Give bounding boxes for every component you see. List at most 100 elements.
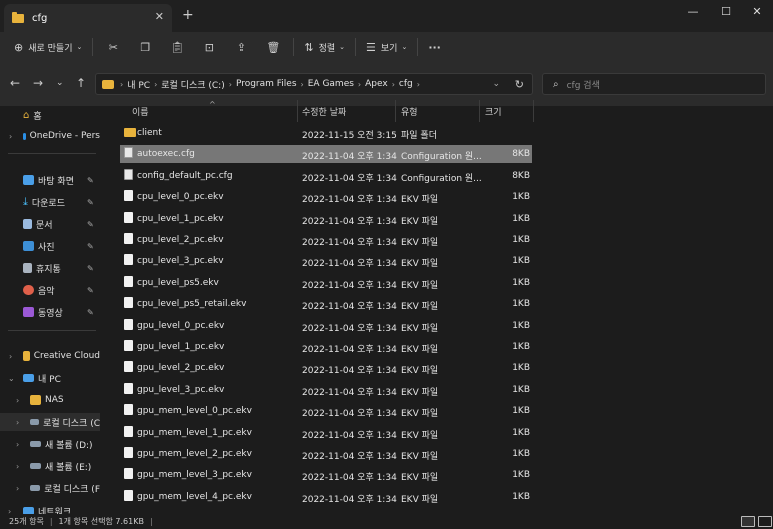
new-button[interactable]: ⊕ 새로 만들기 ⌄: [8, 36, 88, 58]
sort-button[interactable]: ⇅ 정렬 ⌄: [298, 36, 351, 58]
file-row[interactable]: client 2022-11-15 오전 3:15 파일 폴더: [120, 124, 532, 142]
sidebar-item-videos[interactable]: 동영상 ✎: [0, 303, 100, 321]
sidebar-item-recycle-bin[interactable]: 휴지통 ✎: [0, 259, 100, 277]
more-button[interactable]: ···: [422, 36, 447, 58]
breadcrumb-apex[interactable]: Apex: [365, 79, 388, 89]
chevron-right-icon: ›: [16, 439, 20, 449]
pin-icon[interactable]: ✎: [87, 198, 94, 207]
file-row[interactable]: gpu_level_3_pc.ekv 2022-11-04 오후 1:34 EKV …: [120, 381, 532, 399]
file-type: EKV 파일: [401, 387, 439, 398]
file-row[interactable]: gpu_level_2_pc.ekv 2022-11-04 오후 1:34 EKV …: [120, 359, 532, 377]
file-row[interactable]: cpu_level_ps5_retail.ekv 2022-11-04 오후 1:…: [120, 295, 532, 313]
file-modified: 2022-11-04 오후 1:34: [302, 366, 397, 377]
column-divider[interactable]: [297, 100, 298, 122]
breadcrumb-this-pc[interactable]: 내 PC: [127, 78, 150, 91]
search-input[interactable]: ⌕ cfg 검색: [542, 73, 766, 95]
sidebar-item-pictures[interactable]: 사진 ✎: [0, 237, 100, 255]
file-name: cpu_level_2_pc.ekv: [137, 235, 224, 245]
sidebar-item-d-drive[interactable]: › 새 볼륨 (D:): [0, 435, 100, 453]
file-row[interactable]: gpu_mem_level_0_pc.ekv 2022-11-04 오후 1:34…: [120, 402, 532, 420]
sidebar-item-this-pc[interactable]: ⌄ 내 PC: [0, 369, 100, 387]
forward-arrow-icon[interactable]: →: [33, 76, 43, 90]
column-header-modified[interactable]: 수정한 날짜: [302, 100, 346, 122]
breadcrumb-ea-games[interactable]: EA Games: [308, 79, 354, 89]
sidebar-item-onedrive[interactable]: › OneDrive - Pers: [0, 127, 100, 145]
chevron-right-icon: ›: [16, 483, 20, 493]
pin-icon[interactable]: ✎: [87, 286, 94, 295]
file-row[interactable]: config_default_pc.cfg 2022-11-04 오후 1:34 C…: [120, 167, 532, 185]
file-size: 1KB: [512, 449, 530, 459]
copy-button[interactable]: ❐: [129, 36, 161, 58]
pin-icon[interactable]: ✎: [87, 308, 94, 317]
column-header-size[interactable]: 크기: [485, 100, 502, 122]
file-row[interactable]: gpu_level_0_pc.ekv 2022-11-04 오후 1:34 EKV …: [120, 317, 532, 335]
tab-cfg[interactable]: cfg ✕: [4, 4, 172, 32]
sidebar-item-c-drive[interactable]: › 로컬 디스크 (C: [0, 413, 100, 431]
sidebar-item-f-drive[interactable]: › 로컬 디스크 (F: [0, 479, 100, 497]
file-row[interactable]: gpu_mem_level_4_pc.ekv 2022-11-04 오후 1:34…: [120, 488, 532, 506]
delete-button[interactable]: 🗑︎: [257, 36, 289, 58]
view-button[interactable]: ☰ 보기 ⌄: [360, 36, 413, 58]
status-bar: 25개 항목 | 1개 항목 선택함 7.61KB |: [0, 514, 773, 529]
file-modified: 2022-11-04 오후 1:34: [302, 473, 397, 484]
sidebar-item-creative-cloud[interactable]: › Creative Cloud: [0, 347, 100, 365]
pin-icon[interactable]: ✎: [87, 242, 94, 251]
file-name: cpu_level_3_pc.ekv: [137, 256, 224, 267]
column-divider[interactable]: [395, 100, 396, 122]
file-row[interactable]: gpu_mem_level_3_pc.ekv 2022-11-04 오후 1:34…: [120, 466, 532, 484]
sidebar-item-desktop[interactable]: 바탕 화면 ✎: [0, 171, 100, 189]
column-header-name[interactable]: 이름: [132, 100, 149, 122]
column-divider[interactable]: [533, 100, 534, 122]
close-button[interactable]: ✕: [741, 0, 773, 22]
desktop-icon: [23, 175, 34, 185]
file-row[interactable]: gpu_mem_level_1_pc.ekv 2022-11-04 오후 1:34…: [120, 424, 532, 442]
file-icon: [124, 233, 133, 244]
refresh-icon[interactable]: ↻: [515, 78, 524, 91]
pin-icon[interactable]: ✎: [87, 220, 94, 229]
file-row[interactable]: cpu_level_ps5.ekv 2022-11-04 오후 1:34 EKV 파…: [120, 274, 532, 292]
tab-close-icon[interactable]: ✕: [155, 10, 164, 23]
sidebar-item-documents[interactable]: 문서 ✎: [0, 215, 100, 233]
pin-icon[interactable]: ✎: [87, 176, 94, 185]
share-button[interactable]: ⇪: [225, 36, 257, 58]
back-arrow-icon[interactable]: ←: [10, 76, 20, 90]
file-modified: 2022-11-15 오전 3:15: [302, 131, 397, 141]
recent-chevron-icon[interactable]: ⌄: [56, 78, 64, 88]
file-name: gpu_mem_level_1_pc.ekv: [137, 427, 252, 438]
sidebar-item-home[interactable]: ⌂ 홈: [0, 106, 100, 124]
address-bar[interactable]: › 내 PC › 로컬 디스크 (C:) › Program Files › E…: [95, 73, 533, 95]
video-icon: [23, 307, 34, 317]
file-row[interactable]: cpu_level_1_pc.ekv 2022-11-04 오후 1:34 EKV …: [120, 210, 532, 228]
maximize-button[interactable]: ☐: [710, 0, 742, 22]
file-row[interactable]: cpu_level_2_pc.ekv 2022-11-04 오후 1:34 EKV …: [120, 231, 532, 249]
sidebar-item-nas[interactable]: › NAS: [0, 391, 100, 409]
sidebar-item-e-drive[interactable]: › 새 볼륨 (E:): [0, 457, 100, 475]
paste-button[interactable]: 📋︎: [161, 36, 193, 58]
breadcrumb-c-drive[interactable]: 로컬 디스크 (C:): [161, 78, 224, 91]
file-row[interactable]: autoexec.cfg 2022-11-04 오후 1:34 Configurat…: [120, 145, 532, 164]
history-chevron-icon[interactable]: ⌄: [492, 79, 500, 89]
up-arrow-icon[interactable]: ↑: [76, 76, 86, 90]
breadcrumb-cfg[interactable]: cfg: [399, 79, 413, 89]
file-row[interactable]: gpu_mem_level_2_pc.ekv 2022-11-04 오후 1:34…: [120, 445, 532, 463]
file-row[interactable]: gpu_level_1_pc.ekv 2022-11-04 오후 1:34 EKV …: [120, 338, 532, 356]
file-name: gpu_level_1_pc.ekv: [137, 342, 225, 352]
sidebar-item-music[interactable]: 음악 ✎: [0, 281, 100, 299]
rename-button[interactable]: ⊡: [193, 36, 225, 58]
column-divider[interactable]: [479, 100, 480, 122]
sidebar-item-downloads[interactable]: ⤓ 다운로드 ✎: [0, 193, 100, 211]
breadcrumb-program-files[interactable]: Program Files: [236, 79, 297, 89]
tiles-view-button[interactable]: [758, 516, 772, 527]
new-tab-button[interactable]: +: [182, 7, 194, 23]
details-view-button[interactable]: [741, 516, 755, 527]
file-row[interactable]: cpu_level_0_pc.ekv 2022-11-04 오후 1:34 EKV …: [120, 188, 532, 206]
file-name: config_default_pc.cfg: [137, 170, 233, 181]
cut-button[interactable]: ✂: [97, 36, 129, 58]
music-icon: [23, 285, 34, 295]
file-row[interactable]: cpu_level_3_pc.ekv 2022-11-04 오후 1:34 EKV …: [120, 252, 532, 270]
view-list-icon: ☰: [366, 40, 376, 54]
minimize-button[interactable]: —: [677, 0, 709, 22]
column-header-type[interactable]: 유형: [401, 100, 418, 122]
pin-icon[interactable]: ✎: [87, 264, 94, 273]
sidebar-item-network[interactable]: › 네트워크: [0, 502, 100, 514]
